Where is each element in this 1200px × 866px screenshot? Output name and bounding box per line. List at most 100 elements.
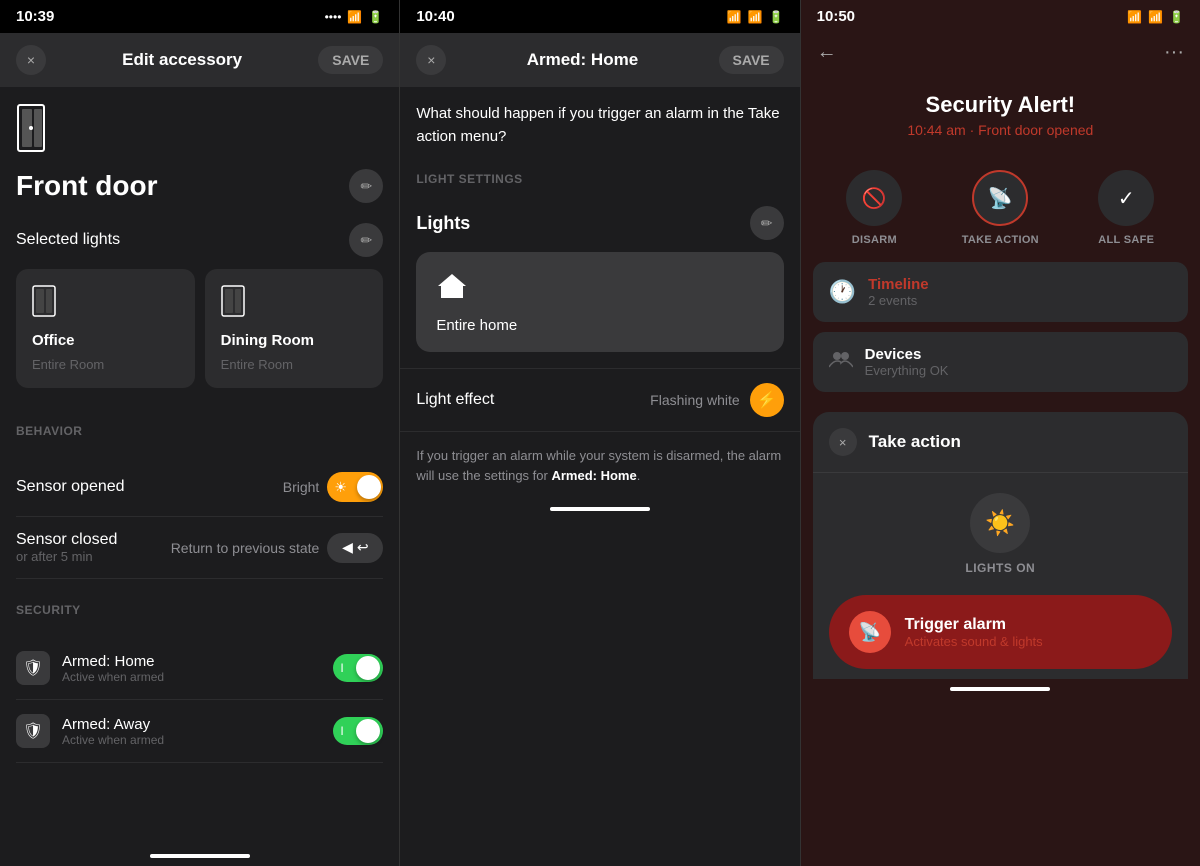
- toggle-on-icon: I: [340, 661, 343, 675]
- toggle-on-icon-2: I: [340, 724, 343, 738]
- armed-away-item: 🛡 Armed: Away Active when armed I: [16, 700, 383, 763]
- armed-home-text: Armed: Home Active when armed: [62, 653, 164, 684]
- device-name-edit-button[interactable]: ✏: [349, 169, 383, 203]
- sensor-closed-sub: or after 5 min: [16, 549, 117, 564]
- device-name-row: Front door ✏: [16, 169, 383, 203]
- light-card-office[interactable]: Office Entire Room: [16, 269, 195, 388]
- save-button-1[interactable]: SAVE: [318, 46, 383, 74]
- sensor-opened-left: Sensor opened: [16, 478, 125, 496]
- sensor-closed-item: Sensor closed or after 5 min Return to p…: [16, 517, 383, 579]
- battery-icon-3: 🔋: [1169, 10, 1184, 24]
- save-button-2[interactable]: SAVE: [719, 46, 784, 74]
- status-time-3: 10:50: [817, 8, 855, 25]
- flash-button[interactable]: ⚡: [750, 383, 784, 417]
- all-safe-label: ALL SAFE: [1098, 234, 1154, 246]
- all-safe-button[interactable]: ✓ ALL SAFE: [1098, 170, 1154, 246]
- lights-on-button[interactable]: ☀️: [970, 493, 1030, 553]
- close-button-2[interactable]: ×: [416, 45, 446, 75]
- timeline-icon: 🕐: [829, 279, 856, 305]
- action-buttons: 🚫 DISARM 📡 TAKE ACTION ✓ ALL SAFE: [801, 154, 1200, 262]
- office-card-room: Entire Room: [32, 357, 179, 372]
- timeline-title: Timeline: [868, 276, 929, 293]
- take-action-close-button[interactable]: ×: [829, 428, 857, 456]
- wifi-icon-3: 📶: [1148, 10, 1163, 24]
- devices-card[interactable]: Devices Everything OK: [813, 332, 1188, 392]
- status-bar-2: 10:40 📶 📶 🔋: [400, 0, 799, 33]
- header-1: × Edit accessory SAVE: [0, 33, 399, 87]
- dining-card-room: Entire Room: [221, 357, 368, 372]
- signal-icon-2: 📶: [727, 10, 742, 24]
- timeline-content: Timeline 2 events: [868, 276, 929, 308]
- office-card-name: Office: [32, 332, 179, 349]
- armed-away-left: 🛡 Armed: Away Active when armed: [16, 714, 164, 748]
- status-icons-1: •••• 📶 🔋: [325, 10, 384, 24]
- sensor-closed-toggle[interactable]: ◀ ↩: [327, 533, 383, 563]
- signal-icon-3: 📶: [1127, 10, 1142, 24]
- devices-title: Devices: [865, 346, 949, 363]
- home-card-icon: [436, 272, 468, 307]
- status-bar-1: 10:39 •••• 📶 🔋: [0, 0, 399, 33]
- selected-lights-edit-button[interactable]: ✏: [349, 223, 383, 257]
- timeline-card[interactable]: 🕐 Timeline 2 events: [813, 262, 1188, 322]
- devices-content: Devices Everything OK: [865, 346, 949, 378]
- lightning-icon: ⚡: [757, 390, 777, 410]
- take-action-title: Take action: [869, 432, 961, 452]
- disarm-label: DISARM: [852, 234, 897, 246]
- armed-home-toggle[interactable]: I: [333, 654, 383, 682]
- bottom-bar-1: [150, 854, 250, 858]
- timeline-sub: 2 events: [868, 293, 929, 308]
- disarm-icon: 🚫: [862, 186, 887, 211]
- disarm-button[interactable]: 🚫 DISARM: [846, 170, 902, 246]
- status-bar-3: 10:50 📶 📶 🔋: [801, 0, 1200, 33]
- status-icons-2: 📶 📶 🔋: [727, 10, 784, 24]
- take-action-panel: × Take action ☀️ LIGHTS ON 📡 Trigger ala…: [813, 412, 1188, 679]
- header-2: × Armed: Home SAVE: [400, 33, 799, 87]
- armed-away-icon: 🛡: [16, 714, 50, 748]
- signal-icon-1: ••••: [325, 10, 342, 24]
- armed-home-sub: Active when armed: [62, 670, 164, 684]
- entire-home-card[interactable]: Entire home: [416, 252, 783, 352]
- radio-icon: 📡: [988, 186, 1013, 211]
- selected-lights-header: Selected lights ✏: [16, 223, 383, 257]
- light-effect-right: Flashing white ⚡: [650, 383, 784, 417]
- door-icon: [16, 103, 383, 161]
- armed-away-sub: Active when armed: [62, 733, 164, 747]
- return-icon: ↩: [357, 539, 369, 556]
- wifi-icon-1: 📶: [347, 10, 362, 24]
- panel-armed-home: 10:40 📶 📶 🔋 × Armed: Home SAVE What shou…: [400, 0, 800, 866]
- sensor-closed-left: Sensor closed or after 5 min: [16, 531, 117, 564]
- lights-header: Lights ✏: [400, 206, 799, 252]
- light-effect-row: Light effect Flashing white ⚡: [400, 368, 799, 432]
- trigger-alarm-icon: 📡: [849, 611, 891, 653]
- lights-on-label: LIGHTS ON: [965, 561, 1035, 575]
- close-button-1[interactable]: ×: [16, 45, 46, 75]
- device-name: Front door: [16, 170, 158, 202]
- office-door-icon: [32, 285, 179, 324]
- light-effect-title: Light effect: [416, 391, 494, 409]
- arrow-left-icon: ◀: [342, 539, 353, 556]
- battery-icon-1: 🔋: [368, 10, 383, 24]
- armed-home-name: Armed: Home: [62, 653, 164, 670]
- disarm-icon-circle: 🚫: [846, 170, 902, 226]
- light-card-dining[interactable]: Dining Room Entire Room: [205, 269, 384, 388]
- devices-icon: [829, 349, 853, 375]
- more-button[interactable]: ···: [1164, 41, 1184, 64]
- lights-edit-button[interactable]: ✏: [750, 206, 784, 240]
- armed-away-toggle[interactable]: I: [333, 717, 383, 745]
- battery-icon-2: 🔋: [769, 10, 784, 24]
- sensor-closed-right: Return to previous state ◀ ↩: [171, 533, 384, 563]
- footer-note-end: .: [637, 468, 641, 483]
- light-cards: Office Entire Room Dining Room Entire Ro…: [16, 269, 383, 388]
- take-action-header: × Take action: [813, 412, 1188, 473]
- trigger-alarm-button[interactable]: 📡 Trigger alarm Activates sound & lights: [829, 595, 1172, 669]
- bottom-bar-2: [550, 507, 650, 511]
- sensor-closed-value: Return to previous state: [171, 540, 320, 556]
- status-icons-3: 📶 📶 🔋: [1127, 10, 1184, 24]
- trigger-alarm-text: Trigger alarm Activates sound & lights: [905, 616, 1043, 649]
- sensor-opened-toggle[interactable]: ☀: [327, 472, 383, 502]
- wifi-icon-2: 📶: [748, 10, 763, 24]
- light-effect-value: Flashing white: [650, 392, 740, 408]
- back-button[interactable]: ←: [817, 41, 837, 64]
- take-action-button[interactable]: 📡 TAKE ACTION: [962, 170, 1039, 246]
- security-label: SECURITY: [16, 587, 383, 625]
